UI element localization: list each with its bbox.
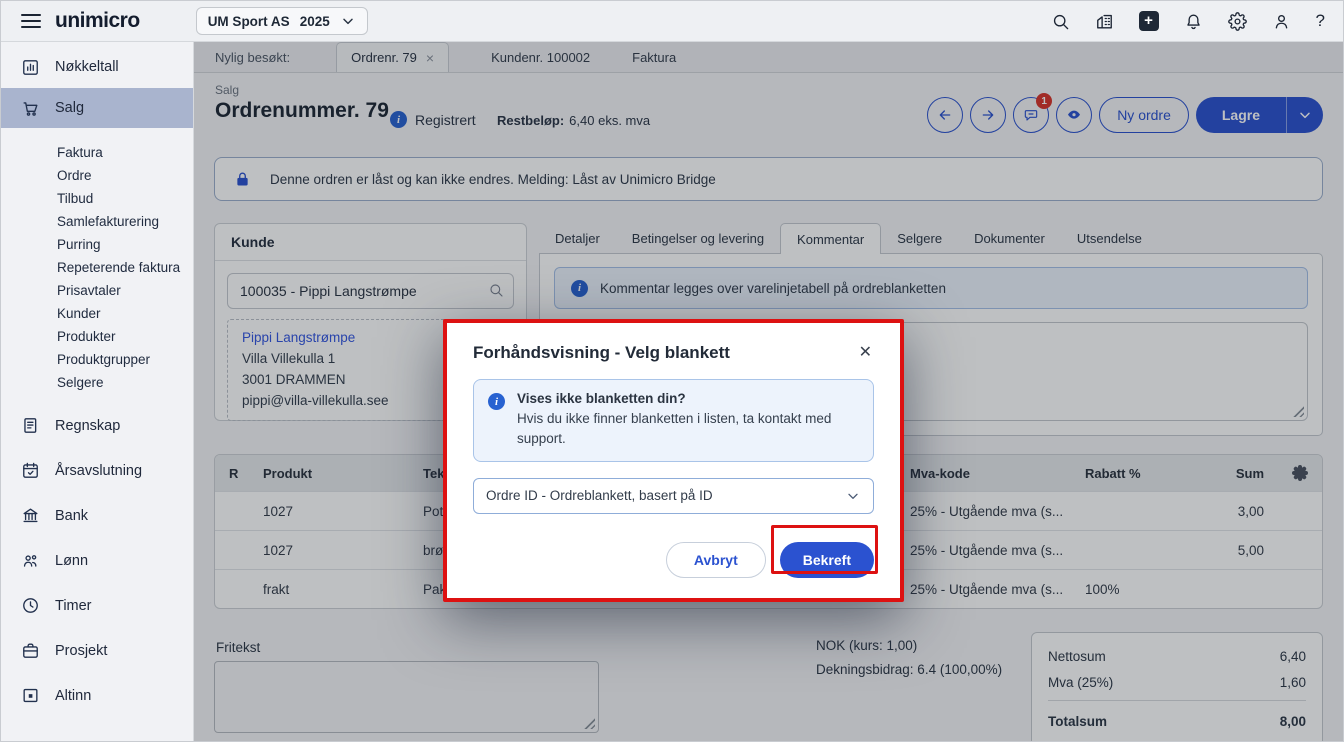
payroll-icon [21,551,40,570]
company-name: UM Sport AS [208,14,290,29]
cancel-button[interactable]: Avbryt [666,542,766,578]
sidebar-item-timer[interactable]: Timer [1,583,193,628]
key-figures-icon [21,58,40,77]
sidebar-item-faktura[interactable]: Faktura [1,141,193,164]
notifications-icon[interactable] [1184,12,1203,31]
sidebar-item-tilbud[interactable]: Tilbud [1,187,193,210]
sidebar-item-kunder[interactable]: Kunder [1,302,193,325]
chevron-down-icon [845,488,861,504]
topbar: unimicro UM Sport AS 2025 [1,1,1344,42]
company-icon[interactable] [1095,12,1114,31]
sidebar-item-selgere[interactable]: Selgere [1,371,193,394]
app-window: unimicro UM Sport AS 2025 Nøkkeltall Sal… [0,0,1344,742]
company-year: 2025 [300,14,330,29]
search-icon[interactable] [1051,12,1070,31]
bank-icon [21,506,40,525]
sidebar-item-arsavslutning[interactable]: Årsavslutning [1,448,193,493]
accounting-icon [21,416,40,435]
dialog-actions: Avbryt Bekreft [473,542,874,578]
sidebar-item-lonn[interactable]: Lønn [1,538,193,583]
dialog-info-banner: Vises ikke blanketten din? Hvis du ikke … [473,379,874,462]
company-selector[interactable]: UM Sport AS 2025 [196,7,368,35]
sidebar-item-nokkeltall[interactable]: Nøkkeltall [1,46,193,88]
sidebar-item-produktgrupper[interactable]: Produktgrupper [1,348,193,371]
menu-icon[interactable] [21,14,41,28]
hours-icon [21,596,40,615]
topbar-icons [1051,11,1325,31]
sidebar-item-purring[interactable]: Purring [1,233,193,256]
sidebar-item-ordre[interactable]: Ordre [1,164,193,187]
confirm-button[interactable]: Bekreft [780,542,874,578]
salg-submenu: Faktura Ordre Tilbud Samlefakturering Pu… [1,128,193,403]
sidebar-item-bank[interactable]: Bank [1,493,193,538]
help-icon[interactable] [1316,11,1325,31]
sidebar-item-regnskap[interactable]: Regnskap [1,403,193,448]
sidebar-item-samlefakturering[interactable]: Samlefakturering [1,210,193,233]
sidebar: Nøkkeltall Salg Faktura Ordre Tilbud Sam… [1,42,194,742]
dialog-header: Forhåndsvisning - Velg blankett ✕ [473,343,874,363]
blankett-select[interactable]: Ordre ID - Ordreblankett, basert på ID [473,478,874,514]
sidebar-item-repeterende-faktura[interactable]: Repeterende faktura [1,256,193,279]
sidebar-item-produkter[interactable]: Produkter [1,325,193,348]
sales-cart-icon [21,99,40,118]
close-icon[interactable]: ✕ [857,343,874,363]
annotation-box-modal: Forhåndsvisning - Velg blankett ✕ Vises … [443,319,904,602]
sidebar-item-prisavtaler[interactable]: Prisavtaler [1,279,193,302]
settings-icon[interactable] [1228,12,1247,31]
dialog-title: Forhåndsvisning - Velg blankett [473,343,730,363]
sidebar-item-prosjekt[interactable]: Prosjekt [1,628,193,673]
info-icon [488,393,505,410]
chevron-down-icon [340,13,356,29]
preview-select-blankett-dialog: Forhåndsvisning - Velg blankett ✕ Vises … [447,323,900,598]
create-icon[interactable] [1139,11,1159,31]
altinn-icon [21,686,40,705]
project-icon [21,641,40,660]
info-banner-title: Vises ikke blanketten din? [517,391,859,406]
profile-icon[interactable] [1272,12,1291,31]
info-banner-text: Hvis du ikke finner blanketten i listen,… [517,409,859,450]
blankett-select-value: Ordre ID - Ordreblankett, basert på ID [486,488,713,503]
app-logo: unimicro [55,9,140,33]
year-end-icon [21,461,40,480]
sidebar-item-salg[interactable]: Salg [1,88,193,128]
sidebar-item-altinn[interactable]: Altinn [1,673,193,718]
